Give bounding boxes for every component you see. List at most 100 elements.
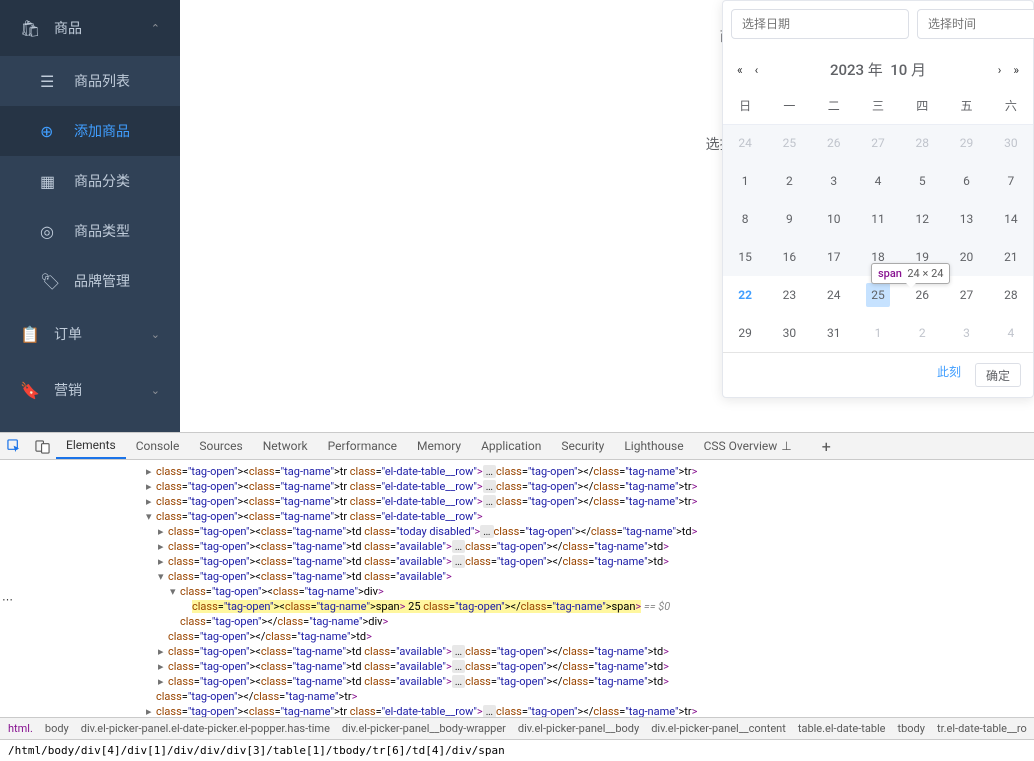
calendar-day[interactable]: 2 [767, 162, 811, 200]
calendar-day[interactable]: 5 [900, 162, 944, 200]
devtools-tab-memory[interactable]: Memory [407, 433, 471, 459]
calendar-day[interactable]: 31 [812, 314, 856, 352]
tree-line[interactable]: ▸class="tag-open"><class="tag-name">tr c… [0, 464, 1034, 479]
calendar-day[interactable]: 30 [989, 124, 1033, 162]
tree-line[interactable]: class="tag-open"></class="tag-name">div> [0, 614, 1034, 629]
devtools-tab-performance[interactable]: Performance [318, 433, 407, 459]
now-button[interactable]: 此刻 [931, 363, 967, 387]
calendar-day[interactable]: 17 [812, 238, 856, 276]
devtools-tab-css-overview[interactable]: CSS Overview ⊥ [694, 433, 802, 459]
tree-line[interactable]: ▸class="tag-open"><class="tag-name">td c… [0, 539, 1034, 554]
breadcrumb-item[interactable]: tbody [898, 722, 925, 735]
calendar-day[interactable]: 10 [812, 200, 856, 238]
devtools-tab-network[interactable]: Network [253, 433, 318, 459]
breadcrumb-item[interactable]: body [45, 722, 69, 735]
calendar-day[interactable]: 24 [723, 124, 767, 162]
tree-line[interactable]: ▸class="tag-open"><class="tag-name">td c… [0, 524, 1034, 539]
breadcrumb-item[interactable]: table.el-date-table [798, 722, 886, 735]
breadcrumb-item[interactable]: html. [8, 722, 33, 735]
calendar-day[interactable]: 6 [944, 162, 988, 200]
breadcrumb-item[interactable]: div.el-picker-panel__content [651, 722, 786, 735]
breadcrumb-item[interactable]: div.el-picker-panel.el-date-picker.el-po… [81, 722, 330, 735]
date-input[interactable] [731, 9, 909, 39]
calendar-day[interactable]: 28 [989, 276, 1033, 314]
calendar-day[interactable]: 25 [767, 124, 811, 162]
prev-month-icon[interactable]: ‹ [753, 63, 761, 77]
menu-group-marketing[interactable]: 🔖 营销 ⌄ [0, 362, 180, 418]
calendar-day[interactable]: 13 [944, 200, 988, 238]
tree-line[interactable]: ▾class="tag-open"><class="tag-name">div> [0, 584, 1034, 599]
calendar-day[interactable]: 1 [856, 314, 900, 352]
calendar-day[interactable]: 4 [856, 162, 900, 200]
tree-line[interactable]: ▸class="tag-open"><class="tag-name">td c… [0, 659, 1034, 674]
calendar-day[interactable]: 4 [989, 314, 1033, 352]
tree-line[interactable]: class="tag-open"></class="tag-name">td> [0, 629, 1034, 644]
elements-tree[interactable]: ▸class="tag-open"><class="tag-name">tr c… [0, 460, 1034, 717]
breadcrumb-item[interactable]: div.el-picker-panel__body-wrapper [342, 722, 506, 735]
calendar-day[interactable]: 24 [812, 276, 856, 314]
tree-line[interactable]: class="tag-open"><class="tag-name">span>… [0, 599, 1034, 614]
calendar-day[interactable]: 27 [856, 124, 900, 162]
tree-line[interactable]: class="tag-open"></class="tag-name">tr> [0, 689, 1034, 704]
devtools-tab-security[interactable]: Security [551, 433, 614, 459]
sidebar-item-product-type[interactable]: ◎ 商品类型 [0, 206, 180, 256]
tree-line[interactable]: ▸class="tag-open"><class="tag-name">td c… [0, 674, 1034, 689]
calendar-day[interactable]: 3 [812, 162, 856, 200]
sidebar-item-add-product[interactable]: ⊕ 添加商品 [0, 106, 180, 156]
sidebar: 🛍 商品 ⌃ ☰ 商品列表 ⊕ 添加商品 ▦ 商品分类 ◎ 商品类型 🏷 品牌管… [0, 0, 180, 432]
calendar-day[interactable]: 20 [944, 238, 988, 276]
sidebar-item-product-list[interactable]: ☰ 商品列表 [0, 56, 180, 106]
devtools-tab-lighthouse[interactable]: Lighthouse [614, 433, 693, 459]
prev-year-icon[interactable]: « [735, 63, 745, 77]
calendar-day[interactable]: 3 [944, 314, 988, 352]
breadcrumb-item[interactable]: tr.el-date-table__ro [937, 722, 1027, 735]
sidebar-item-product-category[interactable]: ▦ 商品分类 [0, 156, 180, 206]
add-tab-icon[interactable]: + [822, 437, 831, 456]
calendar-day[interactable]: 28 [900, 124, 944, 162]
devtools-tab-application[interactable]: Application [471, 433, 551, 459]
next-year-icon[interactable]: » [1011, 63, 1021, 77]
breadcrumb-item[interactable]: div.el-picker-panel__body [518, 722, 639, 735]
tree-line[interactable]: ▾class="tag-open"><class="tag-name">td c… [0, 569, 1034, 584]
devtools-tab-elements[interactable]: Elements [56, 433, 126, 459]
devtools-tab-console[interactable]: Console [126, 433, 190, 459]
calendar-day[interactable]: 29 [944, 124, 988, 162]
calendar-day[interactable]: 11 [856, 200, 900, 238]
calendar-day[interactable]: 15 [723, 238, 767, 276]
calendar-day[interactable]: 14 [989, 200, 1033, 238]
month-label[interactable]: 10 月 [890, 61, 926, 79]
calendar-day[interactable]: 16 [767, 238, 811, 276]
tree-line[interactable]: ▸class="tag-open"><class="tag-name">td c… [0, 644, 1034, 659]
devtools-tab-sources[interactable]: Sources [189, 433, 252, 459]
tree-line[interactable]: ▸class="tag-open"><class="tag-name">tr c… [0, 704, 1034, 717]
calendar-day[interactable]: 29 [723, 314, 767, 352]
xpath-input[interactable] [0, 744, 1034, 757]
calendar-day[interactable]: 9 [767, 200, 811, 238]
calendar-day[interactable]: 8 [723, 200, 767, 238]
calendar-day[interactable]: 30 [767, 314, 811, 352]
device-toggle-icon[interactable] [28, 433, 56, 459]
calendar-day[interactable]: 22 [723, 276, 767, 314]
calendar-day[interactable]: 27 [944, 276, 988, 314]
next-month-icon[interactable]: › [996, 63, 1004, 77]
calendar-day[interactable]: 1 [723, 162, 767, 200]
calendar-day[interactable]: 7 [989, 162, 1033, 200]
element-breadcrumb[interactable]: html. body div.el-picker-panel.el-date-pic… [0, 717, 1034, 739]
menu-group-products[interactable]: 🛍 商品 ⌃ [0, 0, 180, 56]
sidebar-item-brand-management[interactable]: 🏷 品牌管理 [0, 256, 180, 306]
calendar-table: 日一二三四五六 24252627282930123456789101112131… [723, 88, 1033, 352]
calendar-day[interactable]: 23 [767, 276, 811, 314]
tree-line[interactable]: ▸class="tag-open"><class="tag-name">tr c… [0, 479, 1034, 494]
tree-line[interactable]: ▸class="tag-open"><class="tag-name">td c… [0, 554, 1034, 569]
menu-group-orders[interactable]: 📋 订单 ⌄ [0, 306, 180, 362]
time-input[interactable] [917, 9, 1034, 39]
calendar-day[interactable]: 26 [812, 124, 856, 162]
year-label[interactable]: 2023 年 [830, 61, 883, 79]
tree-line[interactable]: ▾class="tag-open"><class="tag-name">tr c… [0, 509, 1034, 524]
tree-line[interactable]: ▸class="tag-open"><class="tag-name">tr c… [0, 494, 1034, 509]
confirm-button[interactable]: 确定 [975, 363, 1021, 387]
calendar-day[interactable]: 2 [900, 314, 944, 352]
calendar-day[interactable]: 12 [900, 200, 944, 238]
inspect-icon[interactable] [0, 433, 28, 459]
calendar-day[interactable]: 21 [989, 238, 1033, 276]
